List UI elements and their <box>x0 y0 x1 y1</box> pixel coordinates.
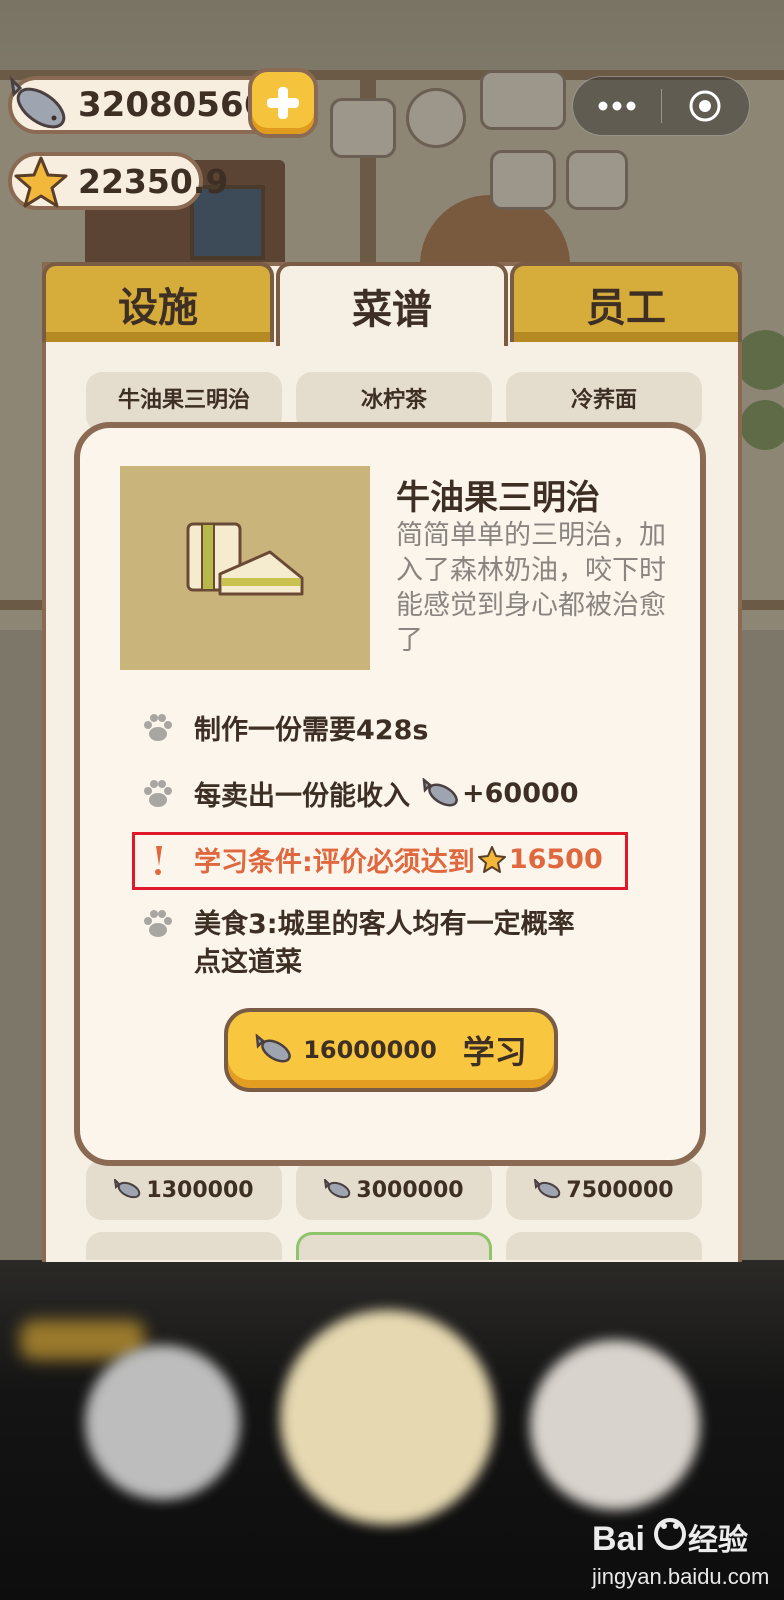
svg-text:经验: 经验 <box>688 1523 748 1558</box>
recipe-detail-dialog: 牛油果三明治 简简单单的三明治，加入了森林奶油，咬下时能感觉到身心都被治愈了 制… <box>74 422 706 1166</box>
close-miniprogram-button[interactable] <box>662 89 750 123</box>
learn-label: 学习 <box>462 1033 527 1071</box>
perk-line: 点这道菜 <box>194 947 302 978</box>
dish-name: 牛油果三明治 <box>396 478 600 518</box>
fish-icon <box>114 1179 141 1199</box>
background-plant <box>740 400 784 450</box>
recipe-price: 7500000 <box>566 1177 674 1203</box>
fish-count: 32080566 <box>78 85 268 125</box>
notice-icon[interactable] <box>490 150 556 210</box>
more-button[interactable] <box>573 101 661 111</box>
craft-time-text: 制作一份需要428s <box>194 715 429 746</box>
leaderboard-icon[interactable] <box>330 98 396 158</box>
perk-text: 美食3:城里的客人均有一定概率 点这道菜 <box>194 906 575 982</box>
svg-text:Bai: Bai <box>592 1520 645 1558</box>
book-icon[interactable] <box>480 70 566 130</box>
income-row: 每卖出一份能收入 +60000 <box>140 774 579 813</box>
dish-image <box>120 466 370 670</box>
paw-icon <box>144 713 172 741</box>
fish-icon <box>422 777 458 806</box>
target-icon <box>689 90 721 122</box>
fish-icon <box>9 75 66 129</box>
tab-recipes[interactable]: 菜谱 <box>276 262 508 346</box>
paw-icon <box>144 910 172 937</box>
income-label: 每卖出一份能收入 <box>194 781 410 812</box>
craft-time-row: 制作一份需要428s <box>140 708 428 747</box>
blurred-button <box>280 1310 495 1525</box>
recipe-price: 1300000 <box>146 1177 254 1203</box>
star-rating-display: 22350.9 <box>8 152 228 210</box>
recipe-card-label: 牛油果三明治 <box>117 388 250 413</box>
recipe-card-label: 冷荞面 <box>570 388 637 413</box>
blurred-button <box>85 1345 240 1500</box>
fish-icon <box>324 1179 351 1199</box>
plus-icon <box>267 87 299 119</box>
perk-row: 美食3:城里的客人均有一定概率 点这道菜 <box>140 906 575 982</box>
recipe-card-partial <box>296 1232 492 1260</box>
baidu-watermark: Bai 经验 jingyan.baidu.com <box>588 1506 778 1596</box>
star-icon <box>477 845 506 873</box>
gamepad-icon[interactable] <box>566 150 628 210</box>
star-icon <box>14 156 68 208</box>
star-count: 22350.9 <box>78 161 229 201</box>
income-value: +60000 <box>462 778 579 809</box>
recipe-price-card[interactable]: 1300000 <box>86 1160 282 1220</box>
paw-icon <box>144 779 172 807</box>
recipe-price-card[interactable]: 7500000 <box>506 1160 702 1220</box>
learn-cost: 16000000 <box>303 1036 437 1064</box>
fish-icon <box>255 1034 292 1063</box>
recipe-price: 3000000 <box>356 1177 464 1203</box>
top-icon-bar <box>330 70 628 210</box>
dish-description: 简简单单的三明治，加入了森林奶油，咬下时能感觉到身心都被治愈了 <box>396 520 666 656</box>
learn-button[interactable]: 16000000 学习 <box>224 1008 558 1092</box>
add-currency-button[interactable] <box>248 68 318 138</box>
watermark-url: jingyan.baidu.com <box>592 1564 770 1589</box>
blurred-button <box>530 1340 700 1510</box>
learn-condition-row: 学习条件:评价必须达到 16500 <box>140 840 603 879</box>
learn-condition-value: 16500 <box>508 844 603 875</box>
recipe-card-label: 冰柠茶 <box>360 388 427 413</box>
perk-line: 美食3:城里的客人均有一定概率 <box>194 909 575 940</box>
sandwich-icon <box>186 522 304 596</box>
mini-program-capsule <box>572 76 750 136</box>
settings-icon[interactable] <box>406 88 466 148</box>
tab-facilities[interactable]: 设施 <box>42 262 274 342</box>
tab-staff[interactable]: 员工 <box>510 262 742 342</box>
more-dots-icon <box>598 101 636 111</box>
fish-icon <box>534 1179 561 1199</box>
recipe-card-partial <box>506 1232 702 1260</box>
recipe-price-card[interactable]: 3000000 <box>296 1160 492 1220</box>
exclamation-icon <box>155 845 162 875</box>
recipe-card-partial <box>86 1232 282 1260</box>
baidu-logo: Bai 经验 <box>592 1518 748 1558</box>
learn-condition-label: 学习条件:评价必须达到 <box>194 847 475 878</box>
